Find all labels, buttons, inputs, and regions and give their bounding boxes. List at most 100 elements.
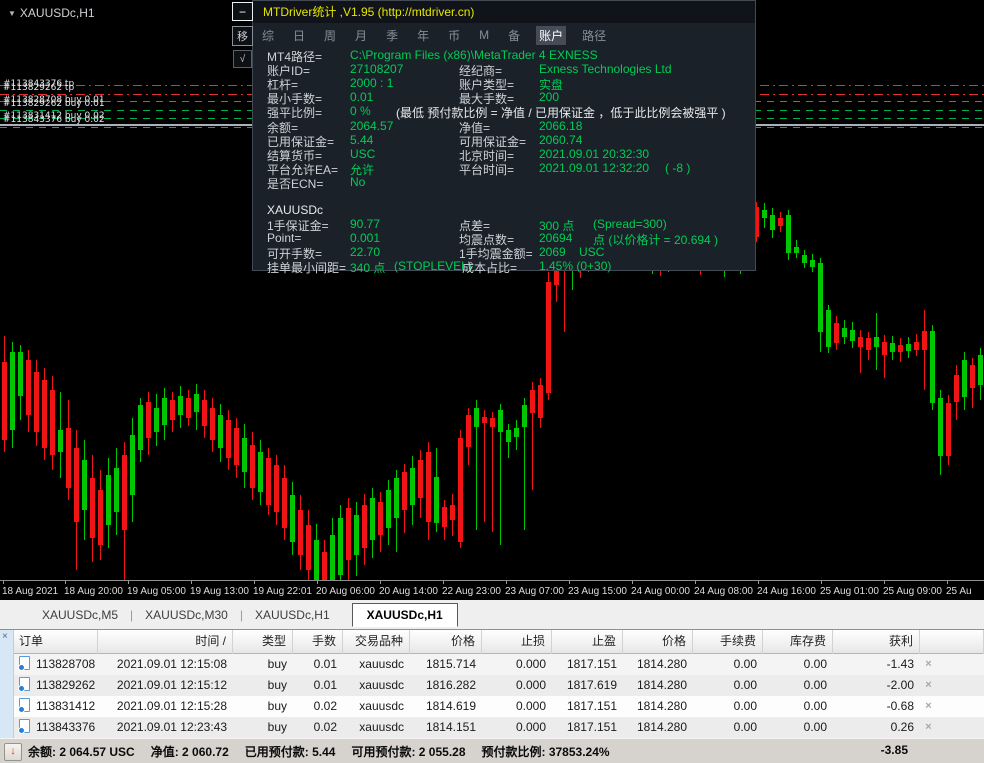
candle-body bbox=[146, 402, 151, 438]
column-header[interactable]: 止损 bbox=[482, 630, 552, 654]
column-header[interactable]: 获利 bbox=[833, 630, 920, 654]
row-filler bbox=[937, 654, 984, 675]
order-cell: 2021.09.01 12:15:08 bbox=[116, 657, 227, 671]
order-cell: 1814.280 bbox=[636, 720, 687, 734]
column-header[interactable]: 手续费 bbox=[693, 630, 763, 654]
axis-label: 19 Aug 22:01 bbox=[253, 586, 312, 597]
tab-xauusdc-h1[interactable]: XAUUSDc,H1 bbox=[351, 602, 458, 627]
tab-xauusdc-m5[interactable]: XAUUSDc,M5 bbox=[30, 604, 130, 626]
panel-row: Point= 0.001 均震点数= 20694 点 (以价格计 = 20.694 ) bbox=[253, 231, 755, 247]
panel-menu-item-备[interactable]: 备 bbox=[505, 26, 523, 45]
column-header[interactable] bbox=[920, 630, 984, 654]
order-label: #113829262 buy 0.01 bbox=[3, 99, 105, 109]
column-header[interactable]: 订单 bbox=[14, 630, 98, 654]
axis-label: 20 Aug 14:00 bbox=[379, 586, 438, 597]
column-header[interactable]: 价格 bbox=[623, 630, 693, 654]
panel-field-label: 挂单最小间距= bbox=[267, 261, 347, 275]
panel-check-button[interactable]: √ bbox=[233, 50, 252, 68]
chart-area[interactable]: #113843376 tp #113829262 tp #113828708 buy… bbox=[0, 0, 984, 580]
panel-menu-item-账户[interactable]: 账户 bbox=[536, 25, 567, 45]
panel-menu-item-月[interactable]: 月 bbox=[352, 26, 370, 45]
panel-menu-item-币[interactable]: 币 bbox=[445, 26, 463, 45]
order-cell: 0.01 bbox=[313, 657, 337, 671]
axis-tick bbox=[569, 581, 570, 584]
candle-body bbox=[218, 415, 223, 448]
order-cell: 1814.280 bbox=[636, 699, 687, 713]
panel-minimize-button[interactable]: − bbox=[232, 2, 253, 21]
candle-body bbox=[98, 490, 103, 545]
candle-body bbox=[378, 502, 383, 535]
column-header[interactable]: 交易品种 bbox=[343, 630, 410, 654]
candle-body bbox=[354, 515, 359, 555]
panel-field-value: 0 % bbox=[350, 104, 371, 118]
column-header[interactable]: 时间 / bbox=[98, 630, 233, 654]
panel-menu-item-综[interactable]: 综 bbox=[259, 26, 277, 45]
status-bar: ↓ 余额: 2 064.57 USC 净值: 2 060.72 已用预付款: 5.4… bbox=[0, 738, 984, 763]
panel-menu-item-路径[interactable]: 路径 bbox=[579, 26, 609, 45]
candle-body bbox=[58, 430, 63, 452]
candle-body bbox=[42, 380, 47, 448]
panel-field-value: 90.77 bbox=[350, 217, 381, 231]
order-row[interactable]: 113831412 2021.09.01 12:15:28 buy 0.02 xauus… bbox=[14, 696, 984, 717]
order-cell: 1814.280 bbox=[636, 678, 687, 692]
mtdriver-stats-panel: MTDriver统计 ,V1.95 (http://mtdriver.cn) 综… bbox=[252, 0, 756, 275]
column-header[interactable]: 价格 bbox=[410, 630, 482, 654]
tab-xauusdc-m30[interactable]: XAUUSDc,M30 bbox=[133, 604, 240, 626]
panel-menu-item-周[interactable]: 周 bbox=[321, 26, 339, 45]
order-cell: 1817.151 bbox=[566, 657, 617, 671]
time-axis[interactable]: 18 Aug 2021 18 Aug 20:00 19 Aug 05:00 19 Au… bbox=[0, 580, 984, 600]
order-label: #113829262 tp bbox=[3, 83, 75, 93]
status-item: 余额: 2 064.57 USC bbox=[28, 745, 135, 759]
panel-menu-item-年[interactable]: 年 bbox=[414, 26, 432, 45]
order-cell: xauusdc bbox=[359, 699, 404, 713]
order-cell: 113843376 bbox=[14, 717, 98, 738]
close-order-icon[interactable]: × bbox=[920, 717, 937, 738]
candle-body bbox=[74, 448, 79, 522]
candle-body bbox=[2, 362, 7, 440]
order-cell: 1816.282 bbox=[425, 678, 476, 692]
candle-body bbox=[66, 428, 71, 488]
panel-row: 最小手数= 0.01 最大手数= 200 bbox=[253, 90, 755, 106]
order-cell: 113828708 bbox=[14, 654, 98, 675]
panel-field-value: 0.01 bbox=[350, 90, 374, 104]
order-row[interactable]: 113829262 2021.09.01 12:15:12 buy 0.01 xauus… bbox=[14, 675, 984, 696]
order-row[interactable]: 113843376 2021.09.01 12:23:43 buy 0.02 xauus… bbox=[14, 717, 984, 738]
panel-field-value: USC bbox=[350, 147, 376, 161]
close-panel-icon[interactable]: × bbox=[2, 631, 8, 642]
panel-move-button[interactable]: 移 bbox=[232, 26, 253, 46]
column-header[interactable]: 库存费 bbox=[763, 630, 833, 654]
axis-label: 19 Aug 13:00 bbox=[190, 586, 249, 597]
close-order-icon[interactable]: × bbox=[920, 696, 937, 717]
axis-label: 25 Aug 01:00 bbox=[820, 586, 879, 597]
order-row[interactable]: 113828708 2021.09.01 12:15:08 buy 0.01 xauus… bbox=[14, 654, 984, 675]
candle-body bbox=[466, 415, 471, 447]
candle-body bbox=[386, 490, 391, 528]
order-cell: 0.02 bbox=[313, 720, 337, 734]
column-header[interactable]: 手数 bbox=[293, 630, 343, 654]
panel-menu-item-M[interactable]: M bbox=[476, 27, 492, 43]
candle-body bbox=[242, 438, 247, 472]
order-cell: 0.02 bbox=[313, 699, 337, 713]
candle-body bbox=[114, 468, 119, 512]
candle-body bbox=[458, 438, 463, 542]
candle-body bbox=[210, 408, 215, 440]
candle-body bbox=[842, 328, 847, 337]
panel-menu-item-季[interactable]: 季 bbox=[383, 26, 401, 45]
order-label: #113843376 buy 0.02 bbox=[3, 115, 105, 125]
close-order-icon[interactable]: × bbox=[920, 654, 937, 675]
panel-field-value: 5.44 bbox=[350, 133, 374, 147]
order-cell: xauusdc bbox=[359, 720, 404, 734]
candle-body bbox=[410, 468, 415, 505]
candle-body bbox=[154, 408, 159, 432]
panel-menu-item-日[interactable]: 日 bbox=[290, 26, 308, 45]
candle-body bbox=[906, 344, 911, 351]
tab-xauusdc-h1[interactable]: XAUUSDc,H1 bbox=[243, 604, 342, 626]
candle-body bbox=[18, 352, 23, 396]
column-header[interactable]: 类型 bbox=[233, 630, 293, 654]
orders-table-header[interactable]: 订单 时间 / 类型 手数 交易品种 价格 止损 止盈 价格 手续费 库存费 获利 bbox=[14, 630, 984, 654]
candle-body bbox=[82, 460, 87, 510]
close-order-icon[interactable]: × bbox=[920, 675, 937, 696]
column-header[interactable]: 止盈 bbox=[552, 630, 623, 654]
axis-tick bbox=[254, 581, 255, 584]
trade-summary-icon[interactable]: ↓ bbox=[4, 743, 22, 761]
